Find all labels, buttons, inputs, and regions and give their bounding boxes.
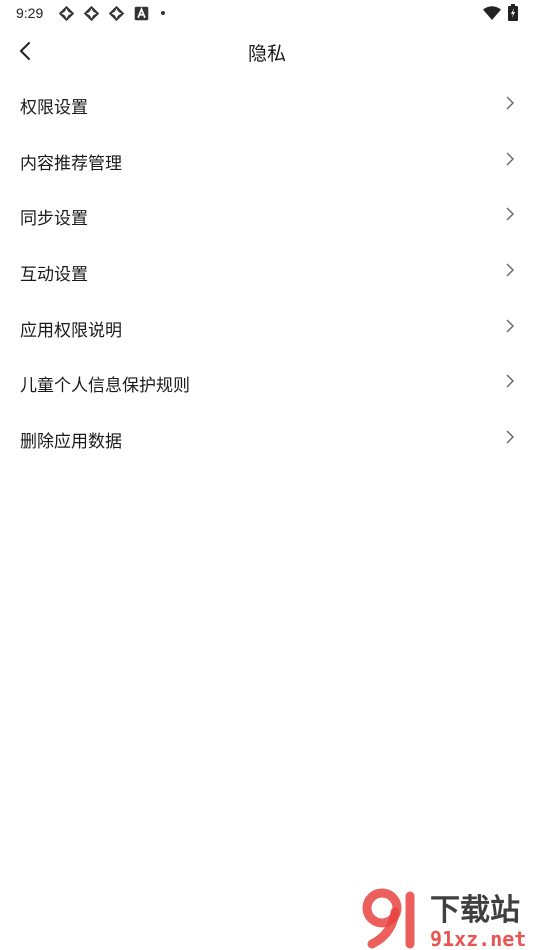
menu-item-app-permission-info[interactable]: 应用权限说明 bbox=[0, 299, 534, 355]
app-notification-icon bbox=[108, 5, 125, 22]
status-bar: 9:29 bbox=[0, 0, 534, 28]
watermark-logo: 下载站 91xz.net bbox=[362, 888, 526, 950]
battery-charging-icon bbox=[508, 4, 518, 21]
notification-dot bbox=[161, 11, 165, 15]
privacy-menu-list: 权限设置 内容推荐管理 同步设置 互动设置 应用权限说明 儿童个人信息保护规则 … bbox=[0, 76, 534, 466]
chevron-right-icon bbox=[506, 152, 514, 166]
header: 隐私 bbox=[0, 28, 534, 74]
status-time: 9:29 bbox=[16, 5, 44, 21]
menu-item-permission-settings[interactable]: 权限设置 bbox=[0, 76, 534, 132]
chevron-right-icon bbox=[506, 319, 514, 333]
chevron-right-icon bbox=[506, 207, 514, 221]
menu-item-label: 儿童个人信息保护规则 bbox=[20, 376, 190, 397]
menu-item-label: 权限设置 bbox=[20, 98, 88, 118]
a-notification-icon bbox=[134, 6, 149, 21]
menu-item-content-recommendation[interactable]: 内容推荐管理 bbox=[0, 132, 534, 188]
chevron-right-icon bbox=[506, 263, 514, 277]
chevron-right-icon bbox=[506, 430, 514, 444]
menu-item-label: 删除应用数据 bbox=[20, 432, 122, 453]
chevron-right-icon bbox=[506, 96, 514, 110]
watermark-brand-top: 下载站 bbox=[430, 893, 520, 928]
app-notification-icon bbox=[58, 5, 75, 22]
app-notification-icon bbox=[83, 5, 100, 22]
menu-item-label: 同步设置 bbox=[20, 209, 88, 230]
watermark-brand-bottom: 91xz.net bbox=[430, 927, 526, 950]
menu-item-interaction-settings[interactable]: 互动设置 bbox=[0, 243, 534, 299]
menu-item-label: 内容推荐管理 bbox=[20, 153, 122, 174]
menu-item-label: 应用权限说明 bbox=[20, 320, 122, 341]
wifi-icon bbox=[483, 6, 501, 20]
menu-item-label: 互动设置 bbox=[20, 265, 88, 286]
page-title: 隐私 bbox=[247, 43, 286, 65]
menu-item-delete-app-data[interactable]: 删除应用数据 bbox=[0, 410, 534, 466]
menu-item-sync-settings[interactable]: 同步设置 bbox=[0, 187, 534, 243]
menu-item-child-privacy-rules[interactable]: 儿童个人信息保护规则 bbox=[0, 354, 534, 410]
chevron-right-icon bbox=[506, 374, 514, 388]
